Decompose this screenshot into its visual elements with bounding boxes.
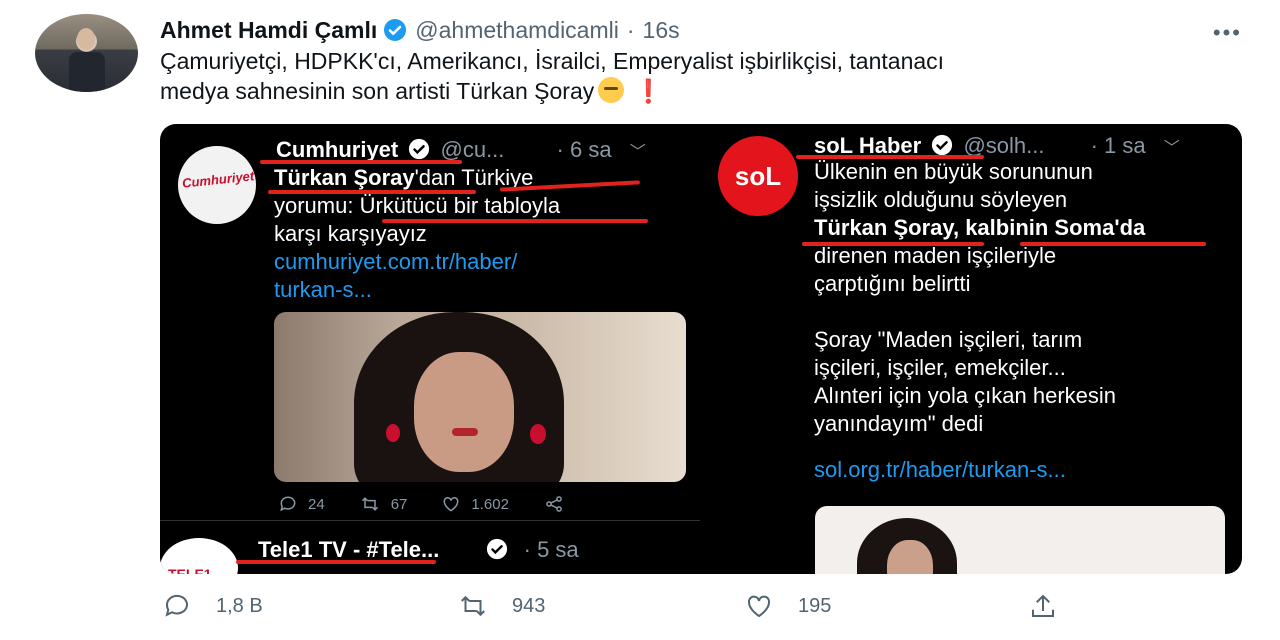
retweet-count: 943 [512, 594, 546, 617]
embed-right-link: sol.org.tr/haber/turkan-s... [814, 457, 1066, 482]
embed-left-chevron-down-icon: ﹀ [629, 144, 646, 161]
exclamation-emoji-icon: ❗ [634, 78, 663, 104]
embed-left-text-line-1: Türkan Şoray'dan Türkiye [274, 164, 694, 192]
embed-right-time: · 1 sa [1090, 133, 1146, 158]
thinking-face-emoji-icon [598, 77, 625, 103]
share-button[interactable] [1026, 591, 1082, 621]
embed-left-actions: 24 67 1.602 [278, 494, 609, 514]
tweet-header: Ahmet Hamdi Çamlı @ahmethamdicamli · 16s [160, 14, 680, 46]
embed-right-line: Alınteri için yola çıkan herkesin [814, 383, 1117, 408]
embed-right-text: Ülkenin en büyük sorununun işsizlik oldu… [814, 158, 1234, 484]
retweet-icon [361, 497, 378, 511]
verified-badge-icon [384, 19, 407, 41]
embed-right-line: Şoray "Maden işçileri, tarım [814, 327, 1083, 352]
embed-right-line: Türkan Şoray, kalbinin Soma'da [814, 215, 1146, 240]
like-count: 195 [798, 594, 832, 617]
embed-right-line: yanındayım" dedi [814, 411, 984, 436]
cumhuriyet-logo: Cumhuriyet [178, 146, 256, 224]
reply-count: 1,8 B [216, 594, 263, 617]
share-icon [546, 496, 562, 512]
author-avatar[interactable] [35, 14, 138, 92]
tele1-logo: TELE1 [160, 538, 238, 574]
embed-left-like-count: 1.602 [471, 495, 509, 513]
tweet-text-line-2: medya sahnesinin son artisti Türkan Şora… [160, 76, 1240, 106]
embed-right-line: Ülkenin en büyük sorununun [814, 159, 1093, 184]
share-upload-icon [1032, 594, 1054, 617]
author-handle[interactable]: @ahmethamdicamli [415, 17, 619, 44]
embed-right-line: çarptığını belirtti [814, 271, 971, 296]
cumhuriyet-logo-text: Cumhuriyet [181, 168, 255, 191]
red-underline [260, 160, 462, 164]
retweet-button[interactable]: 943 [456, 591, 545, 621]
embed-left-link-2: turkan-s... [274, 277, 372, 302]
embed-bottom-time: · 5 sa [523, 537, 579, 562]
embed-left-verified-icon [409, 138, 430, 160]
author-name[interactable]: Ahmet Hamdi Çamlı [160, 17, 377, 44]
avatar-face [77, 28, 95, 50]
avatar-suit [69, 52, 105, 92]
embed-right-spacer [814, 438, 1234, 456]
tweet-text-line-2-body: medya sahnesinin son artisti Türkan Şora… [160, 78, 595, 104]
photo-earring [530, 424, 546, 444]
embed-left-text: Türkan Şoray'dan Türkiye yorumu: Ürkütüc… [274, 164, 694, 304]
photo-lips [452, 428, 478, 436]
embed-right-verified-icon [932, 134, 953, 156]
embed-left-name: Cumhuriyet [276, 137, 399, 162]
embed-right-blank-line [814, 298, 1234, 326]
embed-divider [160, 520, 700, 521]
embed-left-time: · 6 sa [556, 137, 612, 162]
tele1-logo-text: TELE1 [168, 566, 212, 574]
embed-right-line: direnen maden işçileriyle [814, 243, 1057, 268]
embed-left-link-1: cumhuriyet.com.tr/haber/ [274, 249, 518, 274]
tweet-text-line-1: Çamuriyetçi, HDPKK'cı, Amerikancı, İsrai… [160, 48, 945, 74]
embed-left-text-line-2: yorumu: Ürkütücü bir tabloyla [274, 193, 561, 218]
red-underline [802, 242, 984, 246]
photo-earring [386, 424, 400, 442]
like-button[interactable]: 195 [742, 591, 831, 621]
embed-left-handle: @cu... [440, 137, 505, 162]
sol-haber-logo: soL [718, 136, 798, 216]
red-underline [1020, 242, 1206, 246]
red-underline [382, 219, 648, 223]
more-options-icon[interactable]: ••• [1213, 20, 1242, 46]
embed-left-retweet-count: 67 [390, 495, 408, 513]
embed-right-chevron-down-icon: ﹀ [1163, 140, 1180, 157]
embed-right-line: işsizlik olduğunu söyleyen [814, 187, 1068, 212]
red-underline [236, 560, 436, 564]
embed-left-reply-count: 24 [308, 495, 325, 513]
header-separator: · [626, 16, 635, 43]
embed-bottom-name: Tele1 TV - #Tele... [258, 537, 440, 562]
embed-left-like: 1.602 [441, 494, 509, 514]
embed-left-mention: Türkan Şoray [274, 165, 415, 190]
heart-icon [747, 595, 771, 618]
tweet-text: Çamuriyetçi, HDPKK'cı, Amerikancı, İsrai… [160, 46, 1240, 106]
red-underline [268, 190, 476, 194]
tweet-media-image[interactable]: Cumhuriyet Cumhuriyet @cu... · 6 sa ﹀ Tü… [160, 124, 1242, 574]
red-underline [796, 155, 984, 159]
embed-left-retweet: 67 [359, 494, 408, 514]
retweet-icon [461, 595, 485, 617]
reply-icon [280, 496, 296, 512]
embed-left-text-line-3: karşı karşıyayız [274, 221, 427, 246]
sol-logo-text: soL [734, 160, 782, 191]
reply-icon [165, 594, 188, 617]
embed-bottom-verified-icon [486, 538, 507, 560]
embed-left-share [543, 494, 575, 514]
embed-right-line: işçileri, işçiler, emekçiler... [814, 355, 1066, 380]
heart-icon [443, 496, 459, 512]
tweet-actions: 1,8 B 943 195 [160, 588, 1060, 624]
embed-right-photo [815, 506, 1225, 574]
tweet-time[interactable]: 16s [643, 17, 680, 44]
reply-button[interactable]: 1,8 B [160, 591, 263, 621]
photo-face [414, 352, 514, 472]
embed-left-photo [274, 312, 686, 482]
embed-left-reply: 24 [278, 494, 325, 514]
